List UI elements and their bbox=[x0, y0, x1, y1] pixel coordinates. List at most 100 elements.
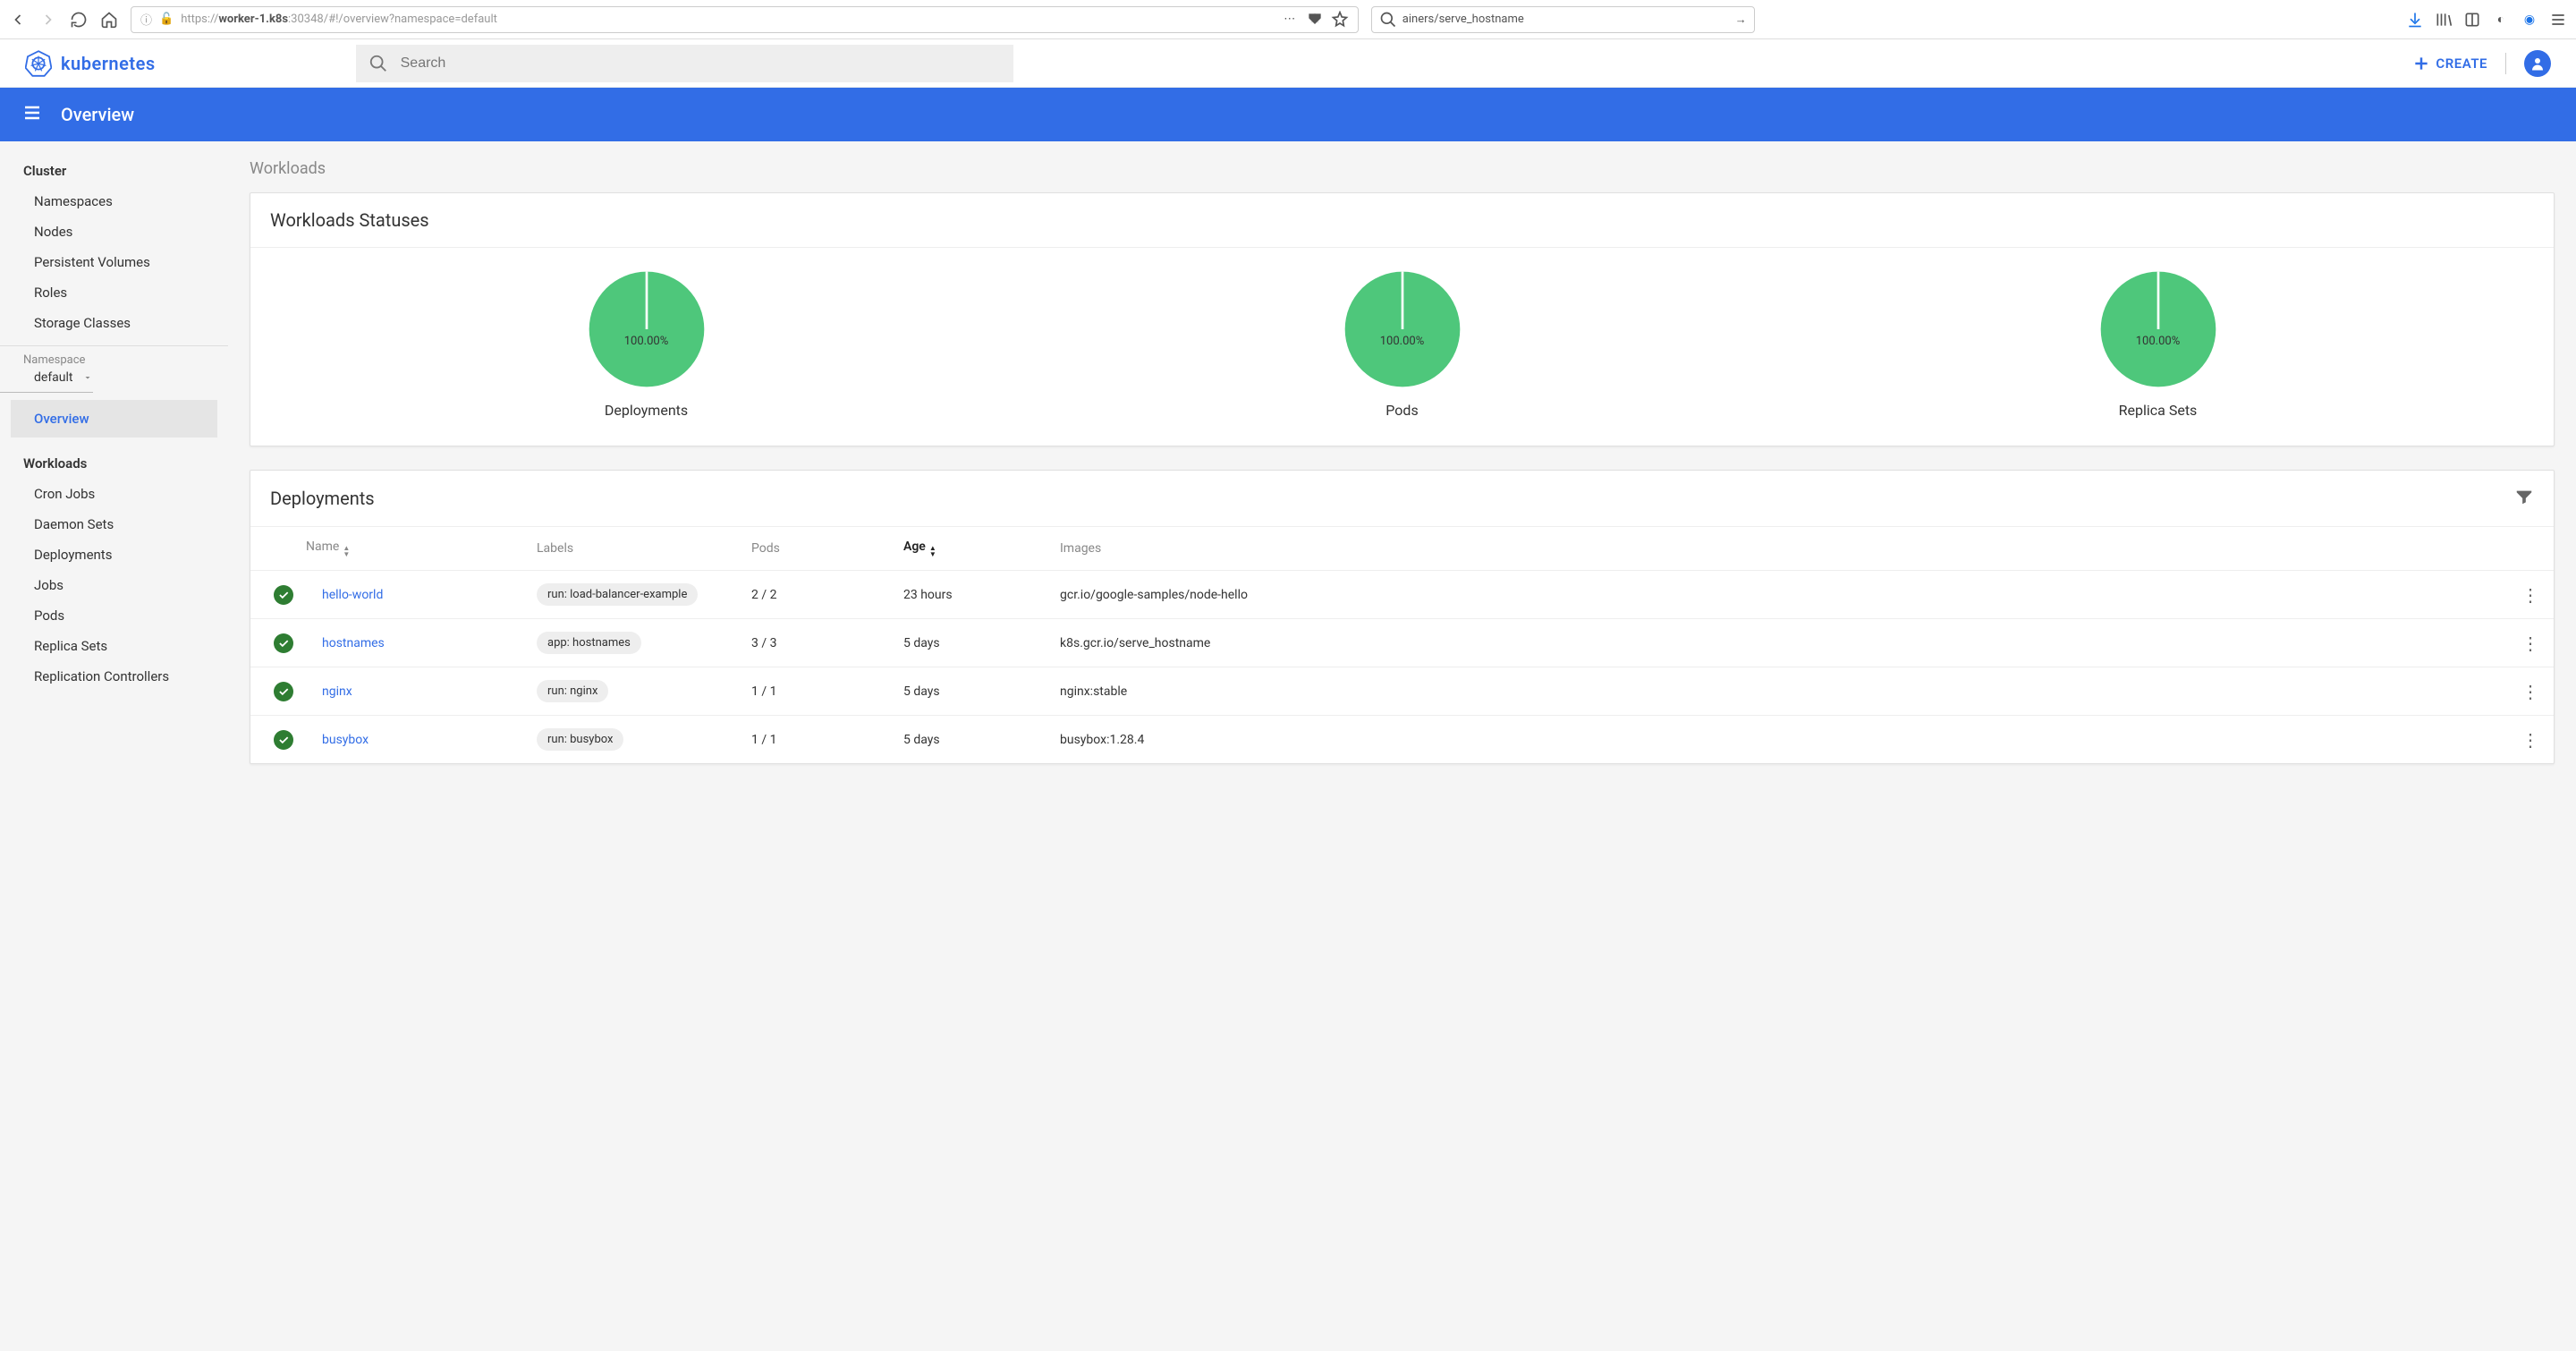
download-icon[interactable] bbox=[2406, 11, 2424, 29]
workloads-group-title[interactable]: Workloads bbox=[0, 448, 228, 479]
card-title: Deployments bbox=[270, 488, 375, 509]
star-icon[interactable] bbox=[1331, 11, 1349, 29]
ellipsis-icon[interactable]: ⋯ bbox=[1281, 11, 1299, 29]
image-text: k8s.gcr.io/serve_hostname bbox=[1046, 619, 2507, 667]
app-search[interactable] bbox=[356, 45, 1013, 82]
lock-warning-icon: 🔓 bbox=[159, 13, 174, 26]
row-menu-icon[interactable]: ⋮ bbox=[2521, 681, 2539, 702]
col-pods[interactable]: Pods bbox=[737, 527, 889, 571]
browser-toolbar: ⓘ 🔓 https://worker-1.k8s:30348/#!/overvi… bbox=[0, 0, 2576, 39]
sidebar-item-overview[interactable]: Overview bbox=[11, 400, 217, 438]
deployment-link[interactable]: busybox bbox=[322, 733, 369, 747]
deployments-table: Name▲▼ Labels Pods Age▲▼ Images hello-wo… bbox=[250, 527, 2554, 763]
sidebar: Cluster NamespacesNodesPersistent Volume… bbox=[0, 141, 228, 1351]
namespace-value: default bbox=[34, 370, 73, 385]
breadcrumb: Workloads bbox=[250, 159, 2555, 178]
table-row: nginxrun: nginx1 / 15 daysnginx:stable⋮ bbox=[250, 667, 2554, 716]
create-label: CREATE bbox=[2436, 55, 2487, 72]
col-labels[interactable]: Labels bbox=[522, 527, 737, 571]
donut-label: Deployments bbox=[587, 402, 707, 419]
sidebar-item-jobs[interactable]: Jobs bbox=[0, 570, 228, 600]
divider bbox=[2505, 53, 2506, 74]
sidebar-toggle-icon[interactable] bbox=[21, 102, 43, 128]
pocket-icon[interactable] bbox=[1306, 11, 1324, 29]
browser-search-box[interactable]: ainers/serve_hostname → bbox=[1371, 6, 1755, 33]
sidebar-item-cron-jobs[interactable]: Cron Jobs bbox=[0, 479, 228, 509]
sidebar-item-persistent-volumes[interactable]: Persistent Volumes bbox=[0, 247, 228, 277]
image-text: gcr.io/google-samples/node-hello bbox=[1046, 571, 2507, 619]
table-row: busybox run: busybox 1 / 15 daysbusybox:1.… bbox=[250, 716, 2554, 764]
reader-icon[interactable] bbox=[2463, 11, 2481, 29]
col-age[interactable]: Age▲▼ bbox=[889, 527, 1046, 571]
extension1-icon[interactable]: ◐ bbox=[2492, 11, 2510, 29]
status-ok-icon bbox=[274, 633, 293, 653]
create-button[interactable]: CREATE bbox=[2412, 55, 2487, 72]
subheader: Overview bbox=[0, 88, 2576, 141]
extension2-icon[interactable]: ◉ bbox=[2521, 11, 2538, 29]
browser-search-text: ainers/serve_hostname bbox=[1402, 13, 1524, 26]
pods-count: 2 / 2 bbox=[737, 571, 889, 619]
sidebar-item-pods[interactable]: Pods bbox=[0, 600, 228, 631]
sidebar-item-deployments[interactable]: Deployments bbox=[0, 540, 228, 570]
row-menu-icon[interactable]: ⋮ bbox=[2521, 584, 2539, 606]
brand-text: kubernetes bbox=[61, 53, 156, 74]
cluster-group-title[interactable]: Cluster bbox=[0, 156, 228, 186]
card-title: Workloads Statuses bbox=[250, 193, 2554, 248]
sidebar-item-nodes[interactable]: Nodes bbox=[0, 217, 228, 247]
search-input[interactable] bbox=[401, 55, 1001, 72]
deployment-link[interactable]: nginx bbox=[322, 684, 352, 699]
status-ok-icon bbox=[274, 585, 293, 605]
pods-count: 1 / 1 bbox=[737, 667, 889, 716]
info-icon: ⓘ bbox=[140, 11, 152, 28]
age-text: 5 days bbox=[889, 619, 1046, 667]
user-avatar-icon[interactable] bbox=[2524, 50, 2551, 77]
sidebar-item-roles[interactable]: Roles bbox=[0, 277, 228, 308]
label-pill: app: hostnames bbox=[537, 632, 641, 654]
deployment-link[interactable]: hostnames bbox=[322, 636, 385, 650]
library-icon[interactable] bbox=[2435, 11, 2453, 29]
pods-count: 1 / 1 bbox=[737, 716, 889, 764]
col-images[interactable]: Images bbox=[1046, 527, 2507, 571]
age-text: 5 days bbox=[889, 667, 1046, 716]
row-menu-icon[interactable]: ⋮ bbox=[2521, 633, 2539, 654]
filter-icon[interactable] bbox=[2514, 487, 2534, 510]
table-row: hello-worldrun: load-balancer-example2 /… bbox=[250, 571, 2554, 619]
kubernetes-logo-icon bbox=[25, 50, 52, 77]
status-ok-icon bbox=[274, 730, 293, 750]
forward-icon bbox=[39, 11, 57, 29]
deployment-link[interactable]: hello-world bbox=[322, 588, 383, 602]
go-arrow-icon[interactable]: → bbox=[1735, 13, 1747, 27]
sidebar-item-daemon-sets[interactable]: Daemon Sets bbox=[0, 509, 228, 540]
home-icon[interactable] bbox=[100, 11, 118, 29]
hamburger-icon[interactable] bbox=[2549, 11, 2567, 29]
namespace-selector[interactable]: default bbox=[0, 370, 93, 393]
search-icon bbox=[369, 54, 388, 73]
deployments-card: Deployments Name▲▼ Labels Pods Age▲▼ Ima… bbox=[250, 470, 2555, 764]
status-donut-deployments: 100.00% Deployments bbox=[587, 269, 707, 419]
back-icon[interactable] bbox=[9, 11, 27, 29]
table-row: hostnamesapp: hostnames3 / 35 daysk8s.gc… bbox=[250, 619, 2554, 667]
chevron-down-icon bbox=[82, 372, 93, 383]
col-name[interactable]: Name▲▼ bbox=[250, 527, 522, 571]
status-ok-icon bbox=[274, 682, 293, 701]
row-menu-icon[interactable]: ⋮ bbox=[2521, 729, 2539, 751]
age-text: 5 days bbox=[889, 716, 1046, 764]
brand[interactable]: kubernetes bbox=[25, 50, 156, 77]
label-pill: run: nginx bbox=[537, 680, 608, 702]
reload-icon[interactable] bbox=[70, 11, 88, 29]
image-text: busybox:1.28.4 bbox=[1046, 716, 2507, 764]
url-bar[interactable]: ⓘ 🔓 https://worker-1.k8s:30348/#!/overvi… bbox=[131, 6, 1359, 33]
sort-icon: ▲▼ bbox=[929, 545, 936, 557]
sidebar-item-namespaces[interactable]: Namespaces bbox=[0, 186, 228, 217]
donut-percent: 100.00% bbox=[1343, 335, 1462, 348]
sidebar-item-storage-classes[interactable]: Storage Classes bbox=[0, 308, 228, 338]
namespace-label: Namespace bbox=[0, 353, 228, 367]
app-topbar: kubernetes CREATE bbox=[0, 39, 2576, 88]
plus-icon bbox=[2412, 55, 2430, 72]
donut-percent: 100.00% bbox=[587, 335, 707, 348]
label-pill: run: busybox bbox=[537, 728, 623, 751]
age-text: 23 hours bbox=[889, 571, 1046, 619]
sidebar-item-replication-controllers[interactable]: Replication Controllers bbox=[0, 661, 228, 692]
main-content: Workloads Workloads Statuses 100.00% Depl… bbox=[228, 141, 2576, 1351]
sidebar-item-replica-sets[interactable]: Replica Sets bbox=[0, 631, 228, 661]
